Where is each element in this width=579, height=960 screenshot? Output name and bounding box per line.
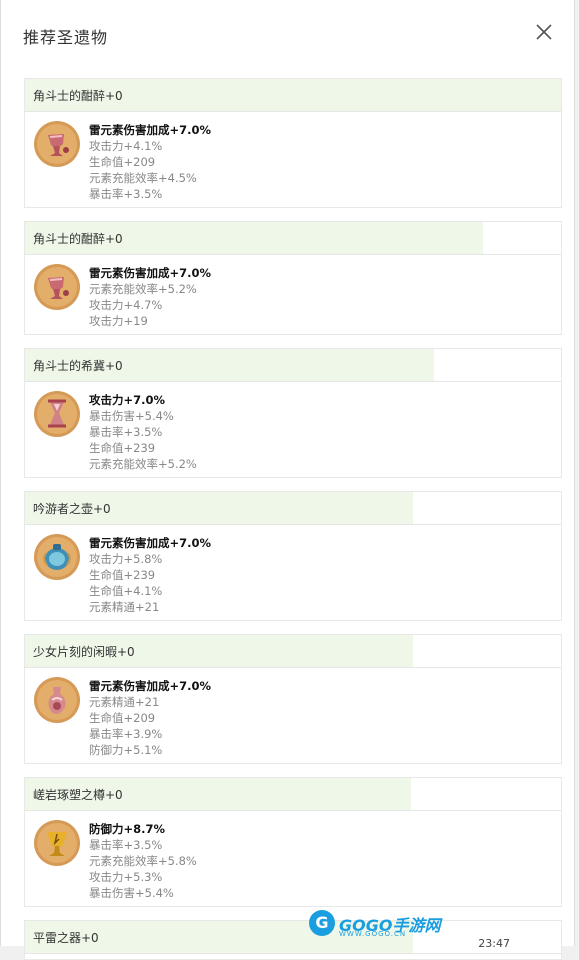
sub-stat: 生命值+239 (89, 441, 156, 455)
main-stat: 雷元素伤害加成+7.0% (89, 679, 212, 693)
artifact-header: 少女片刻的闲暇+0 (25, 635, 561, 668)
artifact-header: 吟游者之壶+0 (25, 492, 561, 525)
artifact-name: 嵯岩琢塑之樽+0 (33, 788, 123, 802)
artifact-body: 雷元素伤害加成+7.0% 元素精通+21 生命值+209 暴击率+3.9% 防御力+5.… (25, 668, 561, 764)
sub-stat: 生命值+209 (89, 155, 156, 169)
artifact-dialog: 推荐圣遗物 角斗士的酣醉+0 雷元素伤害加成+7.0% 攻击力+4.1% 生命值+20… (0, 0, 575, 960)
artifact-stats: 雷元素伤害加成+7.0% 攻击力+4.1% 生命值+209 元素充能效率+4.5% 暴击… (89, 122, 211, 202)
artifact-body: 雷元素伤害加成+7.0% 攻击力+4.1% 生命值+209 元素充能效率+4.5% 暴击… (25, 112, 561, 208)
sub-stat: 生命值+209 (89, 711, 156, 725)
gold-goblet-icon (33, 819, 81, 867)
artifact-header: 嵯岩琢塑之樽+0 (25, 778, 561, 811)
main-stat: 攻击力+7.0% (89, 393, 166, 407)
artifact-card: 嵯岩琢塑之樽+0 防御力+8.7% 暴击率+3.5% 元素充能效率+5.8% 攻击力+5… (24, 777, 562, 907)
artifact-name: 角斗士的酣醉+0 (33, 232, 123, 246)
sub-stat: 攻击力+4.7% (89, 298, 163, 312)
sub-stat: 攻击力+5.8% (89, 552, 163, 566)
logo-subtext: WWW.GOGO.CN (339, 930, 407, 938)
artifact-header: 角斗士的希冀+0 (25, 349, 561, 382)
sub-stat: 防御力+5.1% (89, 743, 163, 757)
main-stat: 雷元素伤害加成+7.0% (89, 266, 212, 280)
sub-stat: 暴击伤害+5.4% (89, 886, 174, 900)
dialog-header: 推荐圣遗物 (1, 0, 574, 68)
artifact-card: 角斗士的希冀+0 攻击力+7.0% 暴击伤害+5.4% 暴击率+3.5% 生命值+239… (24, 348, 562, 478)
artifact-card: 角斗士的酣醉+0 雷元素伤害加成+7.0% 攻击力+4.1% 生命值+209 元素充能效… (24, 78, 562, 208)
artifact-card: 少女片刻的闲暇+0 雷元素伤害加成+7.0% 元素精通+21 生命值+209 暴击率+3… (24, 634, 562, 764)
artifact-header: 角斗士的酣醉+0 (25, 79, 561, 112)
artifact-name: 吟游者之壶+0 (33, 502, 111, 516)
artifact-stats: 雷元素伤害加成+7.0% 元素充能效率+5.2% 攻击力+4.7% 攻击力+19 (89, 265, 211, 329)
sub-stat: 攻击力+19 (89, 314, 148, 328)
logo-letter: G (309, 910, 335, 936)
main-stat: 雷元素伤害加成+7.0% (89, 123, 212, 137)
sub-stat: 元素充能效率+5.2% (89, 282, 197, 296)
sub-stat: 攻击力+5.3% (89, 870, 163, 884)
close-icon[interactable] (534, 22, 554, 42)
artifact-card: 吟游者之壶+0 雷元素伤害加成+7.0% 攻击力+5.8% 生命值+239 生命值+4.… (24, 491, 562, 621)
sub-stat: 暴击率+3.9% (89, 727, 163, 741)
artifact-name: 角斗士的希冀+0 (33, 359, 123, 373)
artifact-body: 雷元素伤害加成+7.0% 攻击力+5.8% 生命值+239 生命值+4.1% 元素精通+… (25, 525, 561, 621)
artifact-body: 攻击力+7.0% 暴击伤害+5.4% 暴击率+3.5% 生命值+239 元素充能效率+5… (25, 382, 561, 478)
main-stat: 防御力+8.7% (89, 822, 166, 836)
watermark-logo: G GOGO手游网 WWW.GOGO.CN (309, 906, 459, 940)
corner-time: 23:47 (478, 937, 510, 950)
artifact-stats: 雷元素伤害加成+7.0% 元素精通+21 生命值+209 暴击率+3.9% 防御力+5.… (89, 678, 211, 758)
sub-stat: 暴击伤害+5.4% (89, 409, 174, 423)
sub-stat: 元素精通+21 (89, 600, 160, 614)
artifact-body: 防御力+8.7% 暴击率+3.5% 元素充能效率+5.8% 攻击力+5.3% 暴击伤害+… (25, 811, 561, 907)
sub-stat: 元素精通+21 (89, 695, 160, 709)
goblet-icon (33, 120, 81, 168)
artifact-stats: 攻击力+7.0% 暴击伤害+5.4% 暴击率+3.5% 生命值+239 元素充能效率+5… (89, 392, 197, 472)
main-stat: 雷元素伤害加成+7.0% (89, 536, 212, 550)
artifact-stats: 防御力+8.7% 暴击率+3.5% 元素充能效率+5.8% 攻击力+5.3% 暴击伤害+… (89, 821, 197, 901)
artifact-card: 角斗士的酣醉+0 雷元素伤害加成+7.0% 元素充能效率+5.2% 攻击力+4.7% 攻… (24, 221, 562, 335)
sub-stat: 元素充能效率+5.8% (89, 854, 197, 868)
artifact-stats: 雷元素伤害加成+7.0% 攻击力+5.8% 生命值+239 生命值+4.1% 元素精通+… (89, 535, 211, 615)
dialog-title: 推荐圣遗物 (23, 28, 109, 47)
sub-stat: 暴击率+3.5% (89, 425, 163, 439)
vial-icon (33, 676, 81, 724)
artifact-name: 平雷之器+0 (33, 931, 99, 945)
artifact-header: 角斗士的酣醉+0 (25, 222, 561, 255)
artifact-name: 少女片刻的闲暇+0 (33, 645, 135, 659)
blue-pot-icon (33, 533, 81, 581)
artifact-body: 雷元素伤害加成+7.0% 元素充能效率+5.2% 攻击力+4.7% 攻击力+19 (25, 255, 561, 335)
sub-stat: 暴击率+3.5% (89, 187, 163, 201)
goblet-icon (33, 263, 81, 311)
sub-stat: 元素充能效率+4.5% (89, 171, 197, 185)
sub-stat: 元素充能效率+5.2% (89, 457, 197, 471)
sub-stat: 生命值+239 (89, 568, 156, 582)
sub-stat: 暴击率+3.5% (89, 838, 163, 852)
artifact-name: 角斗士的酣醉+0 (33, 89, 123, 103)
sub-stat: 生命值+4.1% (89, 584, 163, 598)
hourglass-icon (33, 390, 81, 438)
sub-stat: 攻击力+4.1% (89, 139, 163, 153)
